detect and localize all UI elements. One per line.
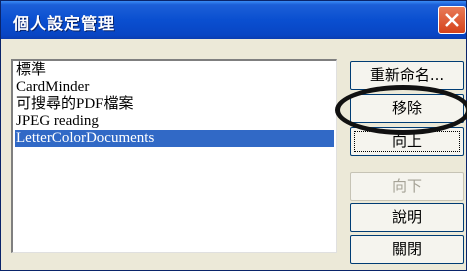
remove-button[interactable]: 移除 xyxy=(350,94,464,123)
move-down-button[interactable]: 向下 xyxy=(350,172,464,201)
title-bar: 個人設定管理 xyxy=(1,1,466,39)
move-up-button[interactable]: 向上 xyxy=(350,127,464,156)
close-window-button[interactable] xyxy=(438,6,466,34)
rename-button[interactable]: 重新命名... xyxy=(350,61,464,90)
list-item[interactable]: 可搜尋的PDF檔案 xyxy=(15,96,134,113)
help-button[interactable]: 說明 xyxy=(350,203,464,232)
profile-listbox[interactable]: 標準 CardMinder 可搜尋的PDF檔案 JPEG reading Let… xyxy=(11,59,337,253)
list-item[interactable]: CardMinder xyxy=(15,79,89,96)
dialog-window: 個人設定管理 標準 CardMinder 可搜尋的PDF檔案 JPEG read… xyxy=(0,0,467,271)
list-item-selected[interactable]: LetterColorDocuments xyxy=(15,130,334,147)
list-item[interactable]: JPEG reading xyxy=(15,113,99,130)
list-item[interactable]: 標準 xyxy=(15,62,46,79)
close-x-icon xyxy=(445,13,459,27)
close-button[interactable]: 關閉 xyxy=(350,235,464,264)
window-title: 個人設定管理 xyxy=(13,14,116,33)
